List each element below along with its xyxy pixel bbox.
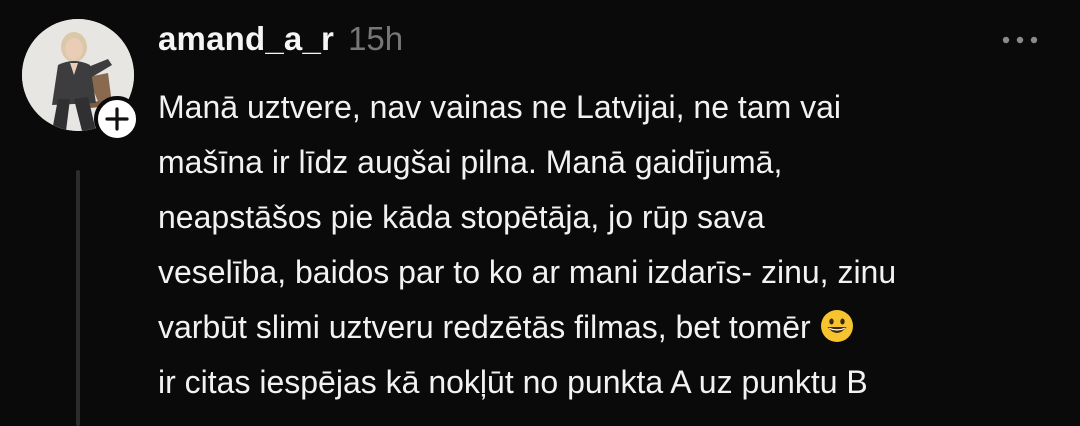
post-timestamp: 15h xyxy=(348,20,404,57)
plus-icon xyxy=(105,107,129,131)
thread-connector-line xyxy=(76,170,80,426)
post-text-segment: varbūt slimi uztveru redzētās filmas, be… xyxy=(158,309,811,345)
post-header: amand_a_r 15h xyxy=(158,20,403,64)
post-text-line: ir citas iespējas kā nokļūt no punkta A … xyxy=(158,364,868,400)
more-options-button[interactable] xyxy=(996,26,1044,54)
post-text-line: Manā uztvere, nav vainas ne Latvijai, ne… xyxy=(158,89,842,125)
post-body-text: Manā uztvere, nav vainas ne Latvijai, ne… xyxy=(158,80,1058,410)
post-text-line: veselība, baidos par to ko ar mani izdar… xyxy=(158,254,897,290)
username-link[interactable]: amand_a_r xyxy=(158,20,334,58)
thread-post: amand_a_r 15h Manā uztvere, nav vainas n… xyxy=(0,0,1080,426)
post-text-line: mašīna ir līdz augšai pilna. Manā gaidīj… xyxy=(158,144,783,180)
follow-button[interactable] xyxy=(94,96,140,142)
grinning-face-emoji-icon xyxy=(820,310,853,342)
post-text-line-with-emoji: varbūt slimi uztveru redzētās filmas, be… xyxy=(158,300,1058,355)
post-text-line: neapstāšos pie kāda stopētāja, jo rūp sa… xyxy=(158,199,765,235)
ellipsis-icon xyxy=(1002,36,1038,44)
